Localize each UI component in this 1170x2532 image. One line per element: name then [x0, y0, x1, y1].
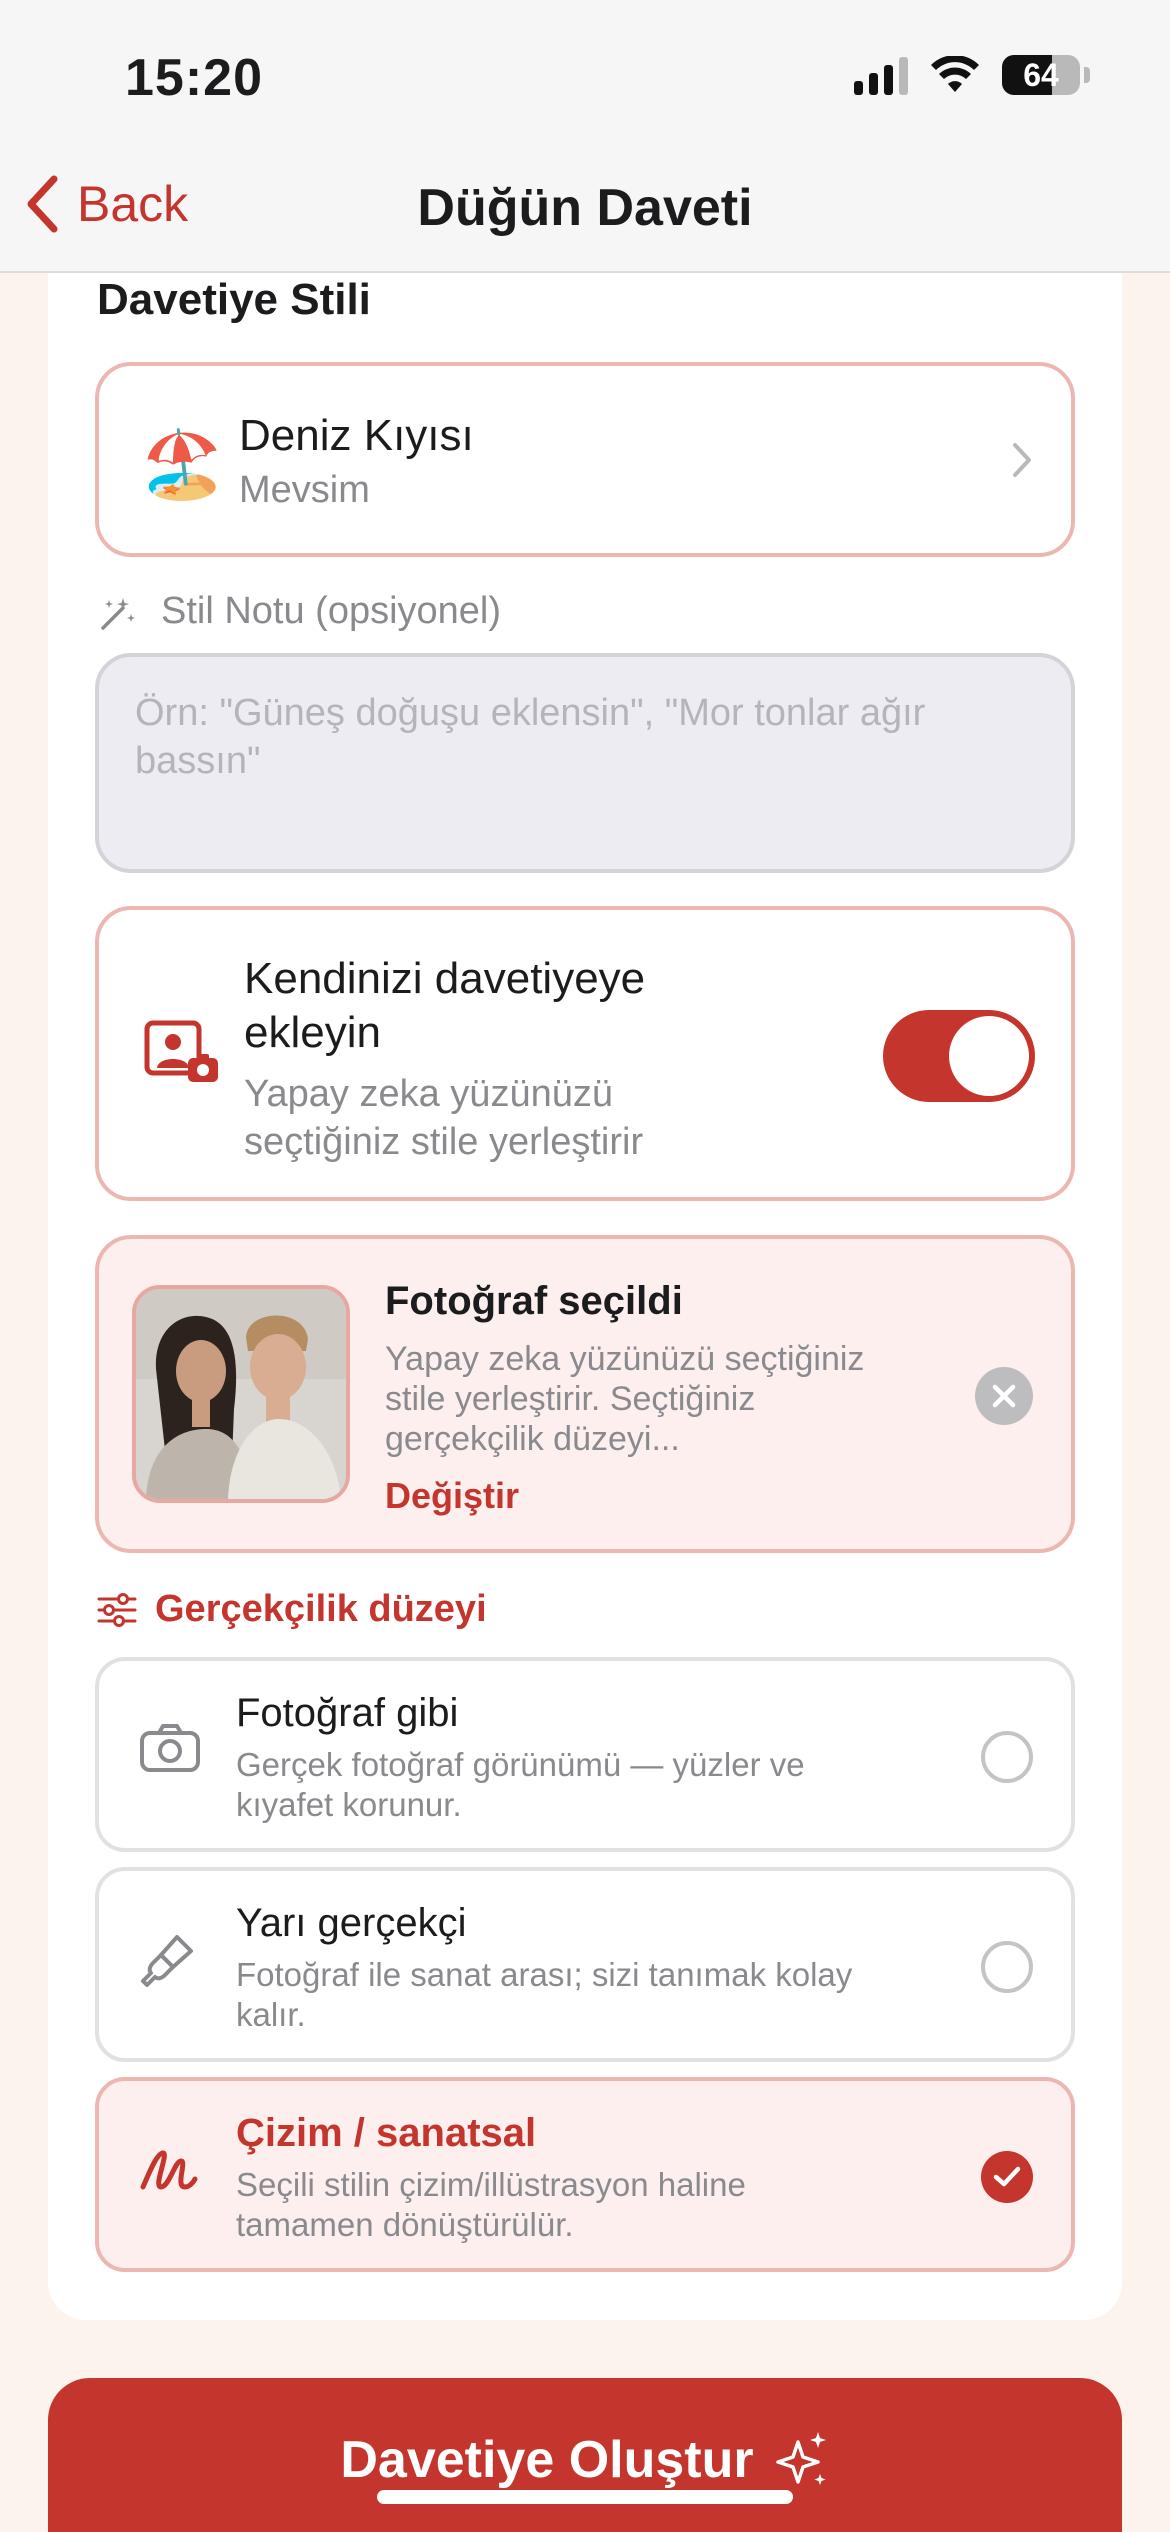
- style-name: Deniz Kıyısı: [239, 411, 474, 460]
- radio-unselected[interactable]: [981, 1941, 1033, 1993]
- realism-section-label: Gerçekçilik düzeyi: [97, 1588, 487, 1631]
- realism-option-subtitle: Gerçek fotoğraf görünümü — yüzler ve kıy…: [236, 1746, 805, 1823]
- beach-umbrella-icon: 🏖️: [141, 427, 224, 501]
- scribble-icon: [140, 2150, 198, 2190]
- add-self-toggle[interactable]: [883, 1010, 1035, 1102]
- create-invitation-button[interactable]: Davetiye Oluştur: [48, 2378, 1122, 2532]
- realism-option-title: Fotoğraf gibi: [236, 1691, 459, 1735]
- add-self-subtitle: Yapay zeka yüzünüzü seçtiğiniz stile yer…: [244, 1073, 644, 1163]
- remove-photo-button[interactable]: [975, 1367, 1033, 1425]
- chevron-right-icon: [1013, 443, 1031, 477]
- status-icons: 64: [854, 55, 1090, 95]
- paintbrush-icon: [141, 1935, 193, 1987]
- battery-icon: 64: [1002, 55, 1080, 95]
- battery-level: 64: [1023, 56, 1059, 93]
- status-time: 15:20: [125, 49, 263, 107]
- sliders-icon: [97, 1592, 137, 1627]
- photo-description: Yapay zeka yüzünüzü seçtiğiniz stile yer…: [385, 1340, 865, 1458]
- style-note-input[interactable]: [95, 653, 1075, 873]
- realism-option-semi[interactable]: Yarı gerçekçi Fotoğraf ile sanat arası; …: [95, 1867, 1075, 2062]
- person-photo-icon: [144, 1020, 218, 1082]
- radio-unselected[interactable]: [981, 1731, 1033, 1783]
- wifi-icon: [931, 56, 979, 92]
- couple-photo-image: [136, 1289, 346, 1499]
- realism-option-subtitle: Seçili stilin çizim/illüstrasyon haline …: [236, 2166, 746, 2243]
- photo-selected-title: Fotoğraf seçildi: [385, 1279, 683, 1323]
- battery-tip: [1084, 67, 1090, 83]
- realism-option-photo[interactable]: Fotoğraf gibi Gerçek fotoğraf görünümü —…: [95, 1657, 1075, 1852]
- checkmark-icon: [993, 2166, 1021, 2187]
- camera-icon: [140, 1724, 200, 1772]
- style-category: Mevsim: [239, 469, 370, 511]
- sparkles-icon: [775, 2432, 826, 2485]
- page-title: Düğün Daveti: [417, 179, 753, 237]
- home-indicator: [377, 2490, 793, 2504]
- style-note-label-text: Stil Notu (opsiyonel): [161, 590, 502, 632]
- realism-option-title: Yarı gerçekçi: [236, 1901, 467, 1945]
- change-photo-link[interactable]: Değiştir: [385, 1475, 519, 1517]
- top-bar: 15:20 64 Back Düğün Daveti: [0, 0, 1170, 273]
- selected-photo-card: Fotoğraf seçildi Yapay zeka yüzünüzü seç…: [95, 1235, 1075, 1553]
- realism-option-illustration[interactable]: Çizim / sanatsal Seçili stilin çizim/ill…: [95, 2077, 1075, 2272]
- create-invitation-label: Davetiye Oluştur: [340, 2431, 754, 2489]
- realism-option-title: Çizim / sanatsal: [236, 2111, 537, 2155]
- section-title-invitation-style: Davetiye Stili: [97, 275, 371, 324]
- style-note-label: Stil Notu (opsiyonel): [97, 590, 501, 633]
- add-self-toggle-row[interactable]: Kendinizi davetiyeye ekleyin Yapay zeka …: [95, 906, 1075, 1201]
- realism-label-text: Gerçekçilik düzeyi: [155, 1588, 487, 1630]
- close-icon: [992, 1384, 1016, 1408]
- radio-selected[interactable]: [981, 2151, 1033, 2203]
- invitation-style-selector[interactable]: 🏖️ Deniz Kıyısı Mevsim: [95, 362, 1075, 557]
- magic-wand-icon: [101, 597, 135, 630]
- add-self-title: Kendinizi davetiyeye ekleyin: [244, 954, 646, 1057]
- realism-option-subtitle: Fotoğraf ile sanat arası; sizi tanımak k…: [236, 1956, 853, 2033]
- toggle-knob: [949, 1016, 1029, 1096]
- selected-photo-thumbnail[interactable]: [132, 1285, 350, 1503]
- cellular-signal-icon: [854, 55, 908, 95]
